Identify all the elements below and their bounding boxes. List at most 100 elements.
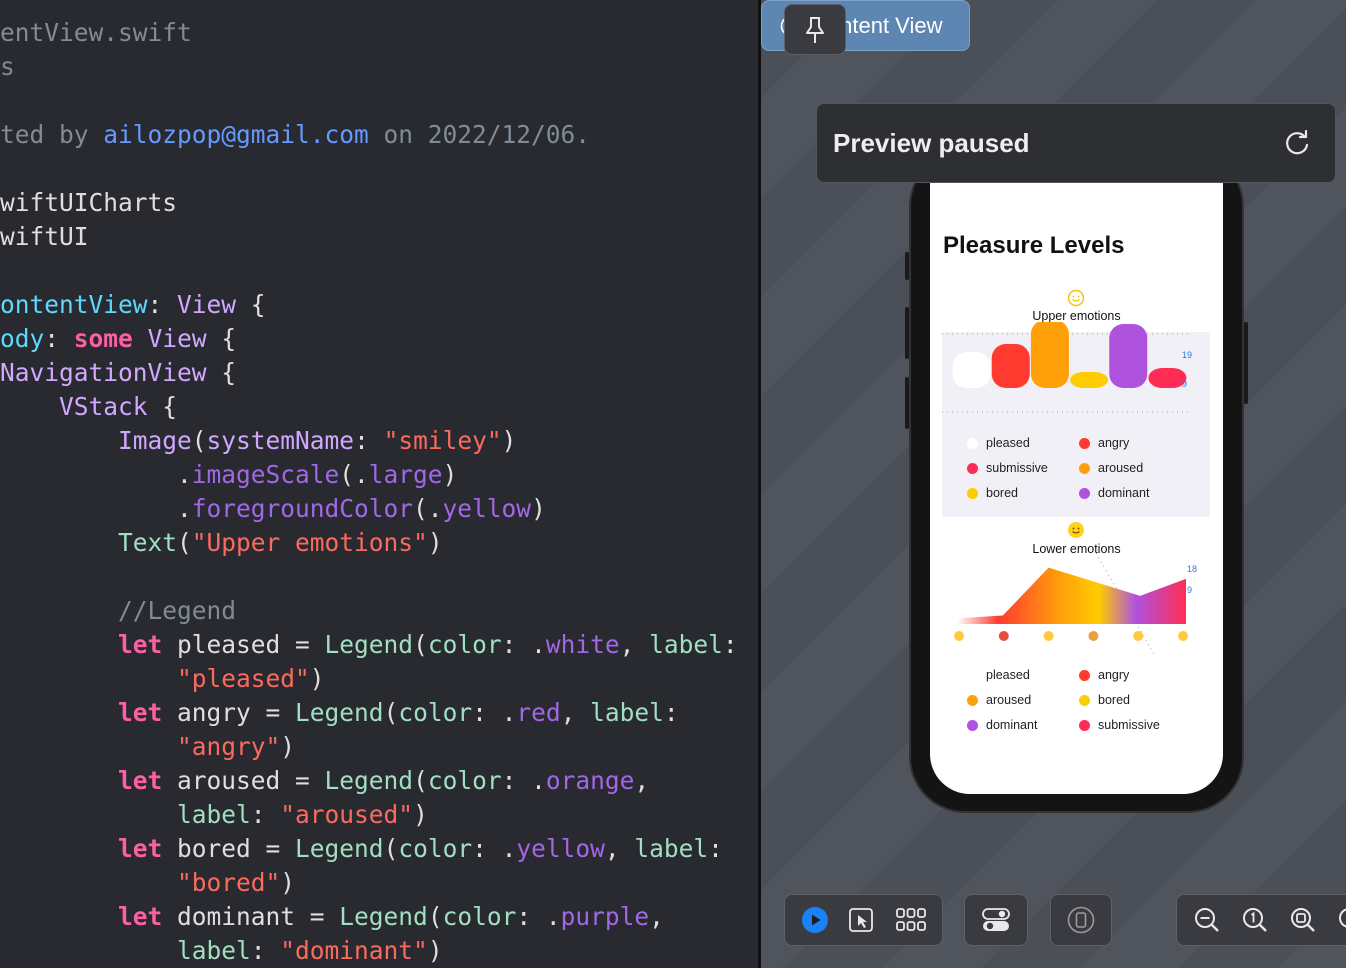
- code-token: label: [590, 698, 664, 727]
- code-token: ,: [634, 766, 650, 795]
- legend-dot: [1079, 487, 1090, 499]
- code-token: (: [413, 766, 428, 795]
- code-line[interactable]: let bored = Legend(color: .yellow, label…: [0, 832, 723, 866]
- code-line[interactable]: .imageScale(.large): [0, 458, 457, 492]
- code-line[interactable]: let aroused = Legend(color: .orange,: [0, 764, 649, 798]
- code-token: (.: [413, 494, 443, 523]
- code-token: :: [44, 324, 74, 353]
- code-line[interactable]: ody: some View {: [0, 322, 236, 356]
- code-token: {: [206, 324, 237, 353]
- legend-item-bored: bored: [1079, 693, 1130, 707]
- legend-item-pleased: pleased: [967, 668, 1030, 682]
- code-token: on 2022/12/06.: [368, 120, 591, 149]
- zoom-fit-icon[interactable]: [1337, 906, 1346, 934]
- code-token: ): [413, 800, 428, 829]
- code-line[interactable]: .foregroundColor(.yellow): [0, 492, 546, 526]
- code-line[interactable]: "bored"): [0, 866, 295, 900]
- code-token: Legend: [295, 834, 384, 863]
- code-line[interactable]: NavigationView {: [0, 356, 236, 390]
- legend-label: bored: [1098, 693, 1130, 707]
- code-line[interactable]: label: "dominant"): [0, 934, 443, 968]
- code-token: color: [398, 698, 473, 727]
- device-settings-button[interactable]: [1050, 894, 1112, 946]
- legend-item-dominant: dominant: [1079, 486, 1149, 500]
- legend-dot: [1079, 437, 1090, 449]
- bar-submissive: [1148, 368, 1187, 388]
- legend-item-angry: angry: [1079, 436, 1129, 450]
- zoom-actual-icon[interactable]: [1241, 906, 1269, 934]
- smiley-filled-icon: [1068, 522, 1084, 538]
- bar-pleased: [952, 352, 991, 388]
- pin-button[interactable]: [784, 4, 846, 55]
- legend-dot: [967, 694, 978, 706]
- code-token: .: [0, 494, 192, 523]
- refresh-icon[interactable]: [1281, 128, 1313, 160]
- code-token: some: [73, 324, 133, 353]
- code-token: (: [191, 426, 207, 455]
- code-token: VStack: [59, 392, 148, 421]
- bar-aroused: [1030, 322, 1069, 388]
- code-token: color: [442, 902, 517, 931]
- variants-button[interactable]: [964, 894, 1028, 946]
- code-token: label: [177, 936, 251, 965]
- code-line[interactable]: label: "aroused"): [0, 798, 428, 832]
- code-token: wiftUICharts: [0, 188, 178, 217]
- code-token: red: [516, 698, 561, 727]
- smiley-icon: [1067, 289, 1085, 307]
- code-token: :: [722, 630, 738, 659]
- code-line[interactable]: let pleased = Legend(color: .white, labe…: [0, 628, 738, 662]
- legend-dot: [967, 437, 978, 449]
- code-line[interactable]: entView.swift: [0, 16, 192, 50]
- code-line[interactable]: s: [0, 50, 15, 84]
- code-line[interactable]: let angry = Legend(color: .red, label:: [0, 696, 679, 730]
- zoom-out-icon[interactable]: [1193, 906, 1221, 934]
- code-token: dominant =: [162, 902, 340, 931]
- code-token: yellow: [442, 494, 532, 523]
- code-line[interactable]: "angry"): [0, 730, 295, 764]
- grid-icon[interactable]: [895, 906, 927, 934]
- select-icon[interactable]: [847, 906, 875, 934]
- play-icon[interactable]: [801, 906, 829, 934]
- code-line[interactable]: VStack {: [0, 390, 177, 424]
- code-token: s: [0, 52, 15, 81]
- code-token: large: [368, 460, 443, 489]
- code-token: (: [383, 834, 399, 863]
- legend-dot: [967, 669, 978, 681]
- bar-bored: [1070, 372, 1109, 388]
- code-line[interactable]: ontentView: View {: [0, 288, 266, 322]
- code-token: View: [177, 290, 237, 319]
- code-token: (: [177, 528, 192, 557]
- y-tick-label: 19: [1182, 350, 1192, 360]
- code-line[interactable]: Text("Upper emotions"): [0, 526, 443, 560]
- code-line[interactable]: ted by ailozpop@gmail.com on 2022/12/06.: [0, 118, 590, 152]
- code-line[interactable]: //Legend: [0, 594, 236, 628]
- code-token: ): [280, 732, 296, 761]
- code-token: :: [354, 426, 384, 455]
- code-line[interactable]: let dominant = Legend(color: .purple,: [0, 900, 664, 934]
- code-token: : .: [516, 902, 561, 931]
- legend-label: submissive: [1098, 718, 1160, 732]
- zoom-in-icon[interactable]: [1289, 906, 1317, 934]
- zoom-controls: [1176, 894, 1346, 946]
- code-token: {: [147, 392, 178, 421]
- code-token: white: [545, 630, 620, 659]
- code-line[interactable]: wiftUI: [0, 220, 89, 254]
- lower-area-chart: 18 9: [954, 552, 1197, 657]
- code-editor[interactable]: entView.swift s ted by ailozpop@gmail.com …: [0, 0, 758, 968]
- code-token: bored =: [162, 834, 296, 863]
- code-token: label: [177, 800, 251, 829]
- code-line[interactable]: wiftUICharts: [0, 186, 177, 220]
- code-token: ailozpop@gmail.com: [103, 120, 369, 149]
- code-line[interactable]: Image(systemName: "smiley"): [0, 424, 516, 458]
- code-line[interactable]: "pleased"): [0, 662, 325, 696]
- emoji-tick: [1133, 631, 1144, 641]
- legend-item-aroused: aroused: [967, 693, 1031, 707]
